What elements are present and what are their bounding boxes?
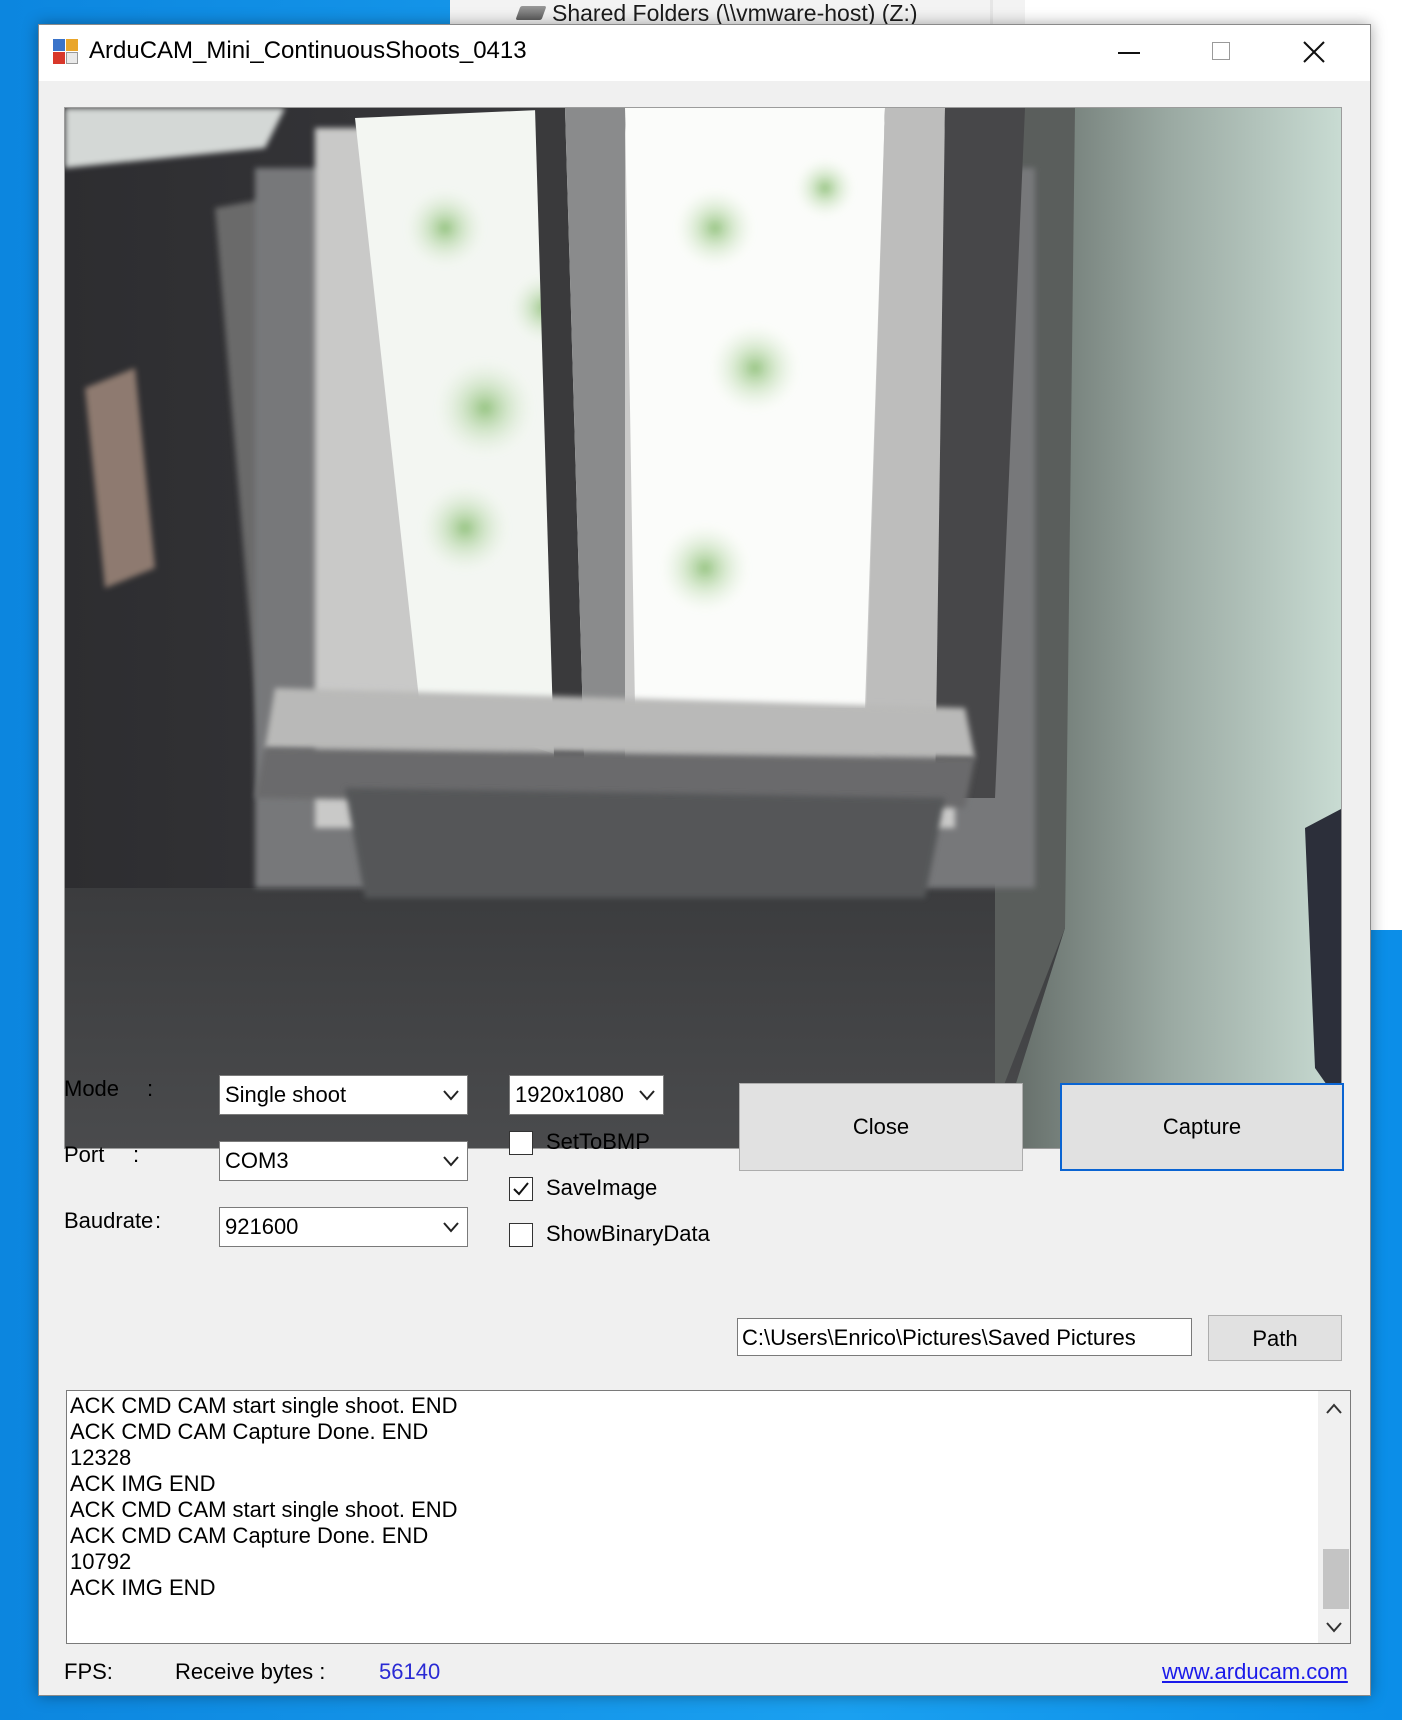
resolution-select[interactable]: 1920x1080 (509, 1075, 664, 1115)
save-image-checkbox[interactable] (509, 1177, 533, 1201)
log-line: ACK CMD CAM Capture Done. END (70, 1419, 429, 1444)
checkmark-icon (513, 1182, 529, 1196)
capture-button[interactable]: Capture (1060, 1083, 1344, 1171)
mode-label: Mode (64, 1076, 120, 1101)
port-label: Port (64, 1142, 105, 1167)
port-select[interactable]: COM3 (219, 1141, 468, 1181)
chevron-down-icon (443, 1222, 459, 1233)
title-bar[interactable]: ArduCAM_Mini_ContinuousShoots_0413 (39, 25, 1370, 81)
baudrate-colon: : (155, 1208, 162, 1233)
port-select-value: COM3 (225, 1148, 289, 1173)
maximize-button[interactable] (1176, 25, 1268, 81)
port-colon: : (133, 1142, 140, 1167)
receive-bytes-value: 56140 (379, 1659, 441, 1684)
receive-bytes-label: Receive bytes : (175, 1659, 326, 1684)
log-line: 12328 (70, 1445, 132, 1470)
close-icon (1303, 41, 1325, 63)
save-image-label[interactable]: SaveImage (546, 1175, 657, 1201)
maximize-icon (1212, 42, 1230, 60)
log-output[interactable]: ACK CMD CAM start single shoot. END ACK … (66, 1390, 1351, 1644)
path-button[interactable]: Path (1208, 1315, 1342, 1361)
network-drive-icon (515, 6, 547, 20)
app-icon (53, 39, 79, 65)
close-button-label: Close (852, 1114, 910, 1139)
close-window-button[interactable] (1268, 25, 1360, 81)
save-path-field[interactable]: C:\Users\Enrico\Pictures\Saved Pictures (737, 1318, 1192, 1356)
close-button[interactable]: Close (739, 1083, 1023, 1171)
minimize-button[interactable] (1084, 25, 1176, 81)
chevron-down-icon (443, 1156, 459, 1167)
set-to-bmp-label[interactable]: SetToBMP (546, 1129, 650, 1155)
window-title: ArduCAM_Mini_ContinuousShoots_0413 (89, 37, 527, 64)
log-line: ACK IMG END (70, 1471, 216, 1496)
save-path-value: C:\Users\Enrico\Pictures\Saved Pictures (742, 1325, 1136, 1350)
fps-label: FPS: (64, 1659, 113, 1684)
set-to-bmp-checkbox[interactable] (509, 1131, 533, 1155)
chevron-down-icon[interactable] (1326, 1621, 1342, 1633)
chevron-down-icon (639, 1090, 655, 1101)
log-line: ACK IMG END (70, 1575, 216, 1600)
minimize-icon (1118, 52, 1140, 54)
log-scrollbar[interactable] (1318, 1391, 1350, 1643)
mode-select[interactable]: Single shoot (219, 1075, 468, 1115)
explorer-column-divider (990, 0, 993, 24)
mode-select-value: Single shoot (225, 1082, 347, 1107)
explorer-drive-label: Shared Folders (\\vmware-host) (Z:) (552, 0, 918, 26)
show-binary-data-checkbox[interactable] (509, 1223, 533, 1247)
baudrate-select[interactable]: 921600 (219, 1207, 468, 1247)
chevron-up-icon[interactable] (1326, 1403, 1342, 1415)
camera-preview-image (64, 107, 1342, 1149)
arducam-website-link[interactable]: www.arducam.com (1162, 1659, 1348, 1685)
capture-button-label: Capture (1162, 1114, 1242, 1139)
show-binary-data-label[interactable]: ShowBinaryData (546, 1221, 710, 1247)
baudrate-select-value: 921600 (225, 1214, 299, 1239)
mode-colon: : (147, 1076, 154, 1101)
log-lines: ACK CMD CAM start single shoot. END ACK … (67, 1393, 458, 1601)
chevron-down-icon (443, 1090, 459, 1101)
baudrate-label: Baudrate (64, 1208, 154, 1233)
log-line: 10792 (70, 1549, 132, 1574)
log-line: ACK CMD CAM Capture Done. END (70, 1523, 429, 1548)
log-line: ACK CMD CAM start single shoot. END (70, 1393, 458, 1418)
scrollbar-thumb[interactable] (1323, 1549, 1349, 1609)
resolution-select-value: 1920x1080 (515, 1082, 624, 1107)
log-line: ACK CMD CAM start single shoot. END (70, 1497, 458, 1522)
arducam-window: ArduCAM_Mini_ContinuousShoots_0413 Mode … (38, 24, 1371, 1696)
path-button-label: Path (1252, 1326, 1298, 1351)
